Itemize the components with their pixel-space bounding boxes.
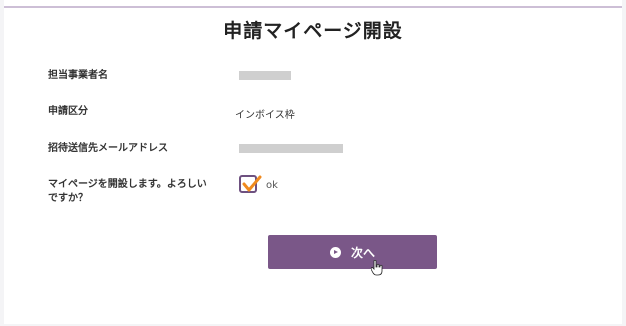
play-circle-icon: [329, 246, 341, 258]
checkmark-icon: [242, 175, 262, 192]
next-button[interactable]: 次へ: [268, 235, 437, 269]
confirm-checkbox[interactable]: [239, 175, 262, 193]
page-title: 申請マイページ開設: [223, 20, 403, 42]
label-application-type: 申請区分: [48, 106, 88, 117]
confirm-ok-label: ok: [266, 180, 278, 191]
redacted-invite-email: [239, 144, 343, 153]
top-divider: [4, 6, 622, 8]
next-button-label: 次へ: [350, 245, 375, 260]
label-confirm-open: マイページを開設します。よろしいですか？: [48, 179, 207, 204]
value-application-type: インボイス枠: [235, 110, 295, 121]
hand-pointer-icon: [371, 260, 383, 276]
label-invite-email: 招待送信先メールアドレス: [48, 143, 168, 154]
label-business-name: 担当事業者名: [48, 70, 108, 81]
form-panel: 申請マイページ開設 担当事業者名 申請区分 インボイス枠 招待送信先メールアドレ…: [4, 0, 622, 324]
redacted-business-name: [239, 71, 291, 80]
